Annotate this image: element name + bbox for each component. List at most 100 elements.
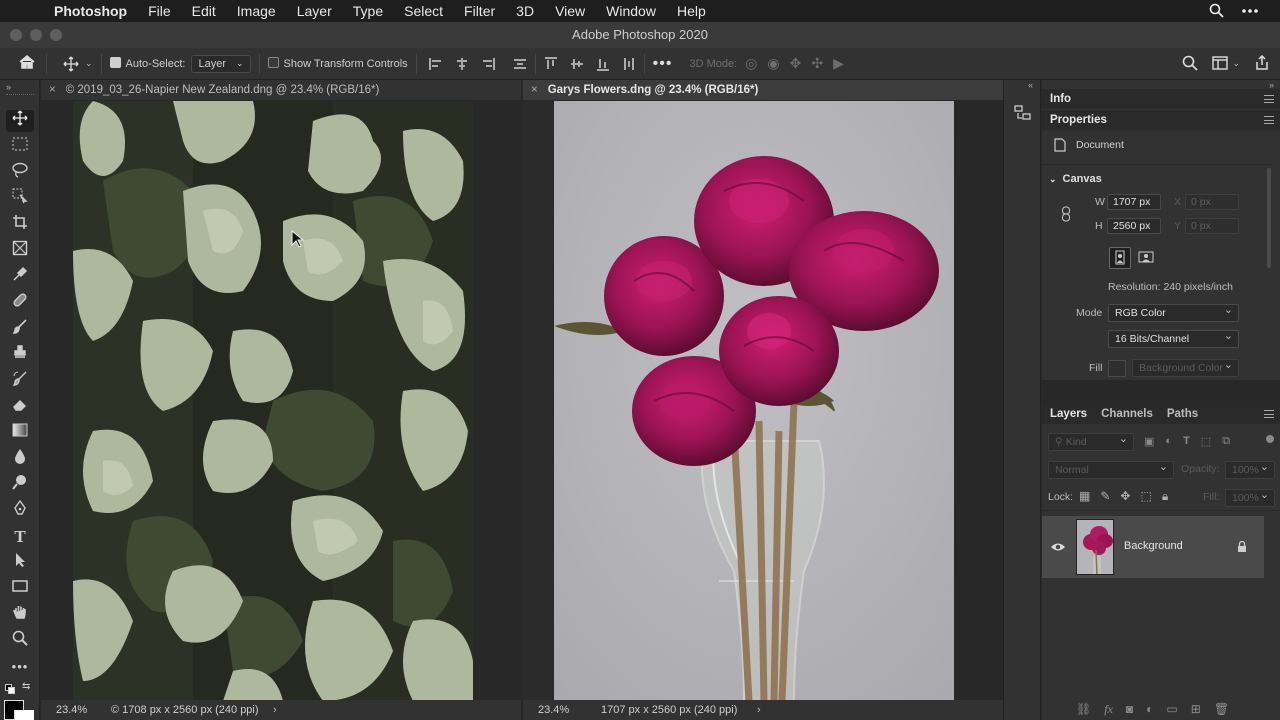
- distribute-icon[interactable]: [513, 57, 527, 71]
- color-mode-select[interactable]: RGB Color: [1108, 302, 1239, 322]
- marquee-icon[interactable]: [6, 136, 34, 158]
- filter-pixel-icon[interactable]: ▣: [1144, 435, 1154, 448]
- zoom-icon[interactable]: [6, 630, 34, 652]
- adjustment-layer-icon[interactable]: ◐: [1146, 702, 1153, 716]
- rectangle-icon[interactable]: [6, 578, 34, 600]
- height-field[interactable]: 2560 px: [1107, 218, 1161, 234]
- history-brush-icon[interactable]: [6, 370, 34, 392]
- eyedropper-icon[interactable]: [6, 266, 34, 288]
- status-menu-chevron-icon[interactable]: ›: [757, 700, 761, 720]
- filter-shape-icon[interactable]: ⬚: [1201, 435, 1211, 448]
- filter-adjustment-icon[interactable]: ◐: [1165, 435, 1172, 448]
- align-right-icon[interactable]: [481, 57, 495, 71]
- link-dimensions-icon[interactable]: [1061, 206, 1071, 222]
- layer-fill-field[interactable]: 100%: [1225, 487, 1275, 507]
- opacity-field[interactable]: 100%: [1225, 459, 1275, 479]
- history-panel-icon[interactable]: [1014, 104, 1032, 125]
- 3d-camera-icon[interactable]: ▶: [833, 55, 844, 72]
- link-layers-icon[interactable]: ⛓︎: [1076, 702, 1091, 716]
- info-panel-menu-icon[interactable]: [1264, 95, 1274, 103]
- lock-transparent-icon[interactable]: ▦: [1079, 489, 1090, 504]
- object-select-icon[interactable]: [6, 188, 34, 210]
- lasso-icon[interactable]: [6, 162, 34, 184]
- menu-help[interactable]: Help: [677, 3, 706, 19]
- transform-controls-checkbox[interactable]: [267, 57, 284, 70]
- filter-smart-object-icon[interactable]: ⧉: [1222, 435, 1230, 448]
- y-field[interactable]: 0 px: [1185, 218, 1239, 234]
- dock-collapse-icon[interactable]: «: [1028, 80, 1033, 90]
- pen-icon[interactable]: [6, 499, 34, 522]
- bit-depth-select[interactable]: 16 Bits/Channel: [1108, 328, 1239, 348]
- stamp-icon[interactable]: [6, 344, 34, 366]
- move-tool-preset-icon[interactable]: ⌄: [63, 56, 93, 72]
- close-doc-napier-icon[interactable]: ×: [49, 84, 56, 96]
- toolbar-collapse-icon[interactable]: »: [6, 82, 11, 92]
- distribute-v-icon[interactable]: [622, 57, 636, 71]
- menu-window[interactable]: Window: [606, 3, 656, 19]
- menu-filter[interactable]: Filter: [464, 3, 495, 19]
- fill-select[interactable]: Background Color: [1132, 357, 1239, 377]
- tab-paths[interactable]: Paths: [1167, 408, 1198, 420]
- layers-panel-menu-icon[interactable]: [1264, 410, 1274, 418]
- menu-3d[interactable]: 3D: [516, 3, 534, 19]
- 3d-pan-icon[interactable]: ✥: [790, 55, 802, 72]
- align-left-icon[interactable]: [428, 57, 443, 71]
- width-field[interactable]: 1707 px: [1107, 194, 1161, 210]
- new-group-icon[interactable]: ▭: [1166, 702, 1177, 716]
- align-top-icon[interactable]: [544, 56, 558, 71]
- home-icon[interactable]: [18, 54, 38, 73]
- blur-icon[interactable]: [6, 448, 34, 470]
- new-layer-icon[interactable]: ⊞: [1191, 702, 1201, 716]
- filter-toggle-icon[interactable]: [1266, 435, 1274, 443]
- properties-scrollbar[interactable]: [1267, 168, 1271, 268]
- more-options-icon[interactable]: •••: [653, 55, 673, 73]
- control-center-more-icon[interactable]: [1242, 3, 1258, 21]
- eraser-icon[interactable]: [6, 396, 34, 418]
- 3d-roll-icon[interactable]: ◉: [767, 55, 779, 72]
- share-icon[interactable]: [1254, 55, 1270, 71]
- brush-icon[interactable]: [6, 318, 34, 340]
- swap-colors-icon[interactable]: ⇆: [22, 681, 30, 692]
- path-select-icon[interactable]: [6, 552, 34, 574]
- lock-all-icon[interactable]: 🔒︎: [1162, 489, 1168, 504]
- layer-kind-select[interactable]: ⚲ Kind: [1048, 431, 1134, 451]
- minimize-window-button[interactable]: [30, 29, 42, 41]
- lock-position-icon[interactable]: ✥: [1120, 489, 1130, 504]
- align-bottom-icon[interactable]: [596, 57, 610, 71]
- move-icon[interactable]: [6, 110, 34, 132]
- align-middle-icon[interactable]: [570, 57, 584, 71]
- zoom-window-button[interactable]: [50, 29, 62, 41]
- menu-image[interactable]: Image: [237, 3, 276, 19]
- zoom-level-napier[interactable]: 23.4%: [56, 700, 87, 720]
- crop-icon[interactable]: [6, 214, 34, 236]
- spotlight-search-icon[interactable]: [1209, 3, 1224, 21]
- close-window-button[interactable]: [10, 29, 22, 41]
- lock-image-icon[interactable]: ✎: [1100, 489, 1110, 504]
- properties-panel-menu-icon[interactable]: [1264, 116, 1274, 124]
- add-mask-icon[interactable]: ◙: [1126, 702, 1133, 716]
- menu-layer[interactable]: Layer: [297, 3, 332, 19]
- menu-file[interactable]: File: [148, 3, 171, 19]
- tab-channels[interactable]: Channels: [1101, 408, 1153, 420]
- doc-tab-flowers[interactable]: × Garys Flowers.dng @ 23.4% (RGB/16*): [523, 80, 1003, 100]
- apple-menu-icon[interactable]: [18, 3, 34, 19]
- frame-icon[interactable]: [6, 240, 34, 262]
- menu-edit[interactable]: Edit: [192, 3, 216, 19]
- canvas-napier-image[interactable]: [73, 101, 473, 701]
- healing-icon[interactable]: [6, 292, 34, 314]
- 3d-orbit-icon[interactable]: ◎: [745, 55, 757, 72]
- menu-app-name[interactable]: Photoshop: [54, 3, 127, 19]
- layer-row-background[interactable]: Background: [1042, 516, 1264, 578]
- x-field[interactable]: 0 px: [1185, 194, 1239, 210]
- zoom-level-flowers[interactable]: 23.4%: [538, 700, 569, 720]
- workspace-icon[interactable]: ⌄: [1212, 56, 1240, 70]
- layer-lock-icon[interactable]: [1237, 541, 1247, 553]
- more-tools-icon[interactable]: •••: [6, 656, 34, 678]
- 3d-slide-icon[interactable]: ✣: [811, 55, 823, 72]
- status-menu-chevron-icon[interactable]: ›: [273, 700, 277, 720]
- filter-type-icon[interactable]: T: [1183, 435, 1190, 448]
- close-doc-flowers-icon[interactable]: ×: [531, 84, 538, 96]
- landscape-orientation-button[interactable]: [1136, 247, 1158, 269]
- delete-layer-icon[interactable]: 🗑︎: [1214, 702, 1229, 716]
- menu-view[interactable]: View: [555, 3, 585, 19]
